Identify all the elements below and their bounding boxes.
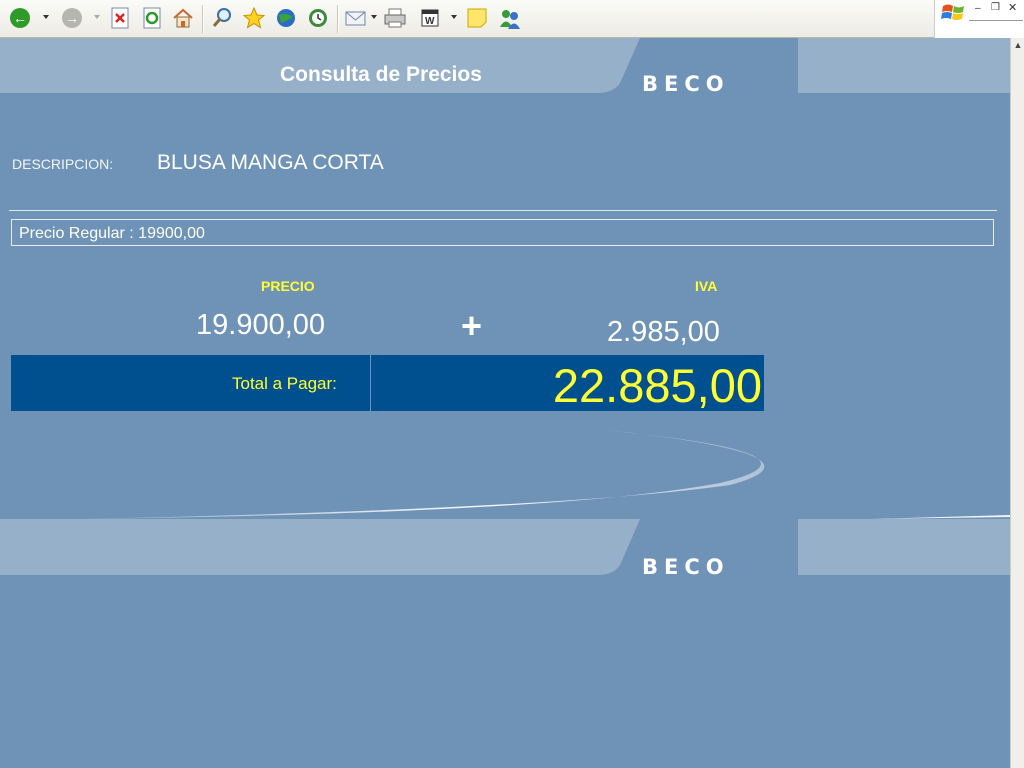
total-label: Total a Pagar: — [232, 374, 337, 393]
brand-logo: BECO — [642, 72, 730, 96]
divider — [9, 210, 997, 211]
forward-dropdown-icon[interactable] — [94, 15, 100, 19]
windows-logo-icon — [941, 2, 967, 29]
regular-price-text: Precio Regular : 19900,00 — [19, 225, 205, 242]
home-icon[interactable] — [171, 6, 195, 30]
edit-icon[interactable]: W — [418, 6, 442, 30]
description-value: BLUSA MANGA CORTA — [157, 151, 384, 174]
forward-icon[interactable]: → — [60, 6, 84, 30]
footer-band-shape — [0, 519, 1010, 575]
window-divider — [969, 20, 1023, 21]
header-band-shape — [0, 38, 1010, 93]
favorites-icon[interactable] — [242, 6, 266, 30]
regular-price-box: Precio Regular : 19900,00 — [11, 219, 994, 246]
tax-value: 2.985,00 — [607, 316, 720, 348]
tax-header: IVA — [695, 278, 718, 294]
refresh-icon[interactable] — [140, 6, 164, 30]
footer-brand-logo: BECO — [642, 555, 730, 579]
stop-icon[interactable] — [108, 6, 132, 30]
messenger-icon[interactable] — [498, 6, 522, 30]
history-icon[interactable] — [306, 6, 330, 30]
edit-dropdown-icon[interactable] — [451, 15, 457, 19]
restore-icon[interactable]: ❐ — [991, 2, 1000, 13]
media-icon[interactable] — [274, 6, 298, 30]
minimize-icon[interactable]: – — [975, 3, 981, 14]
note-icon[interactable] — [465, 6, 489, 30]
page-title: Consulta de Precios — [280, 63, 482, 86]
description-label: DESCRIPCION: — [12, 156, 114, 172]
back-dropdown-icon[interactable] — [43, 15, 49, 19]
decorative-swoosh — [80, 430, 1010, 519]
print-icon[interactable] — [383, 6, 407, 30]
search-icon[interactable] — [210, 6, 234, 30]
vertical-scrollbar[interactable]: ▲ — [1010, 38, 1024, 768]
toolbar-separator — [337, 5, 339, 33]
toolbar-separator — [202, 5, 204, 33]
header-band — [0, 38, 1010, 94]
close-icon[interactable]: ✕ — [1008, 1, 1017, 14]
browser-toolbar: ← → W – ❐ ✕ — [0, 0, 1024, 40]
price-value: 19.900,00 — [196, 309, 326, 341]
back-icon[interactable]: ← — [8, 6, 32, 30]
scroll-up-icon[interactable]: ▲ — [1011, 38, 1024, 52]
svg-text:W: W — [425, 16, 435, 27]
mail-dropdown-icon[interactable] — [371, 15, 377, 19]
mail-icon[interactable] — [344, 6, 368, 30]
window-controls: – ❐ ✕ — [934, 0, 1024, 40]
price-header: PRECIO — [261, 278, 315, 294]
plus-sign: + — [461, 305, 483, 346]
footer-band — [0, 519, 1010, 575]
total-value: 22.885,00 — [552, 359, 762, 412]
